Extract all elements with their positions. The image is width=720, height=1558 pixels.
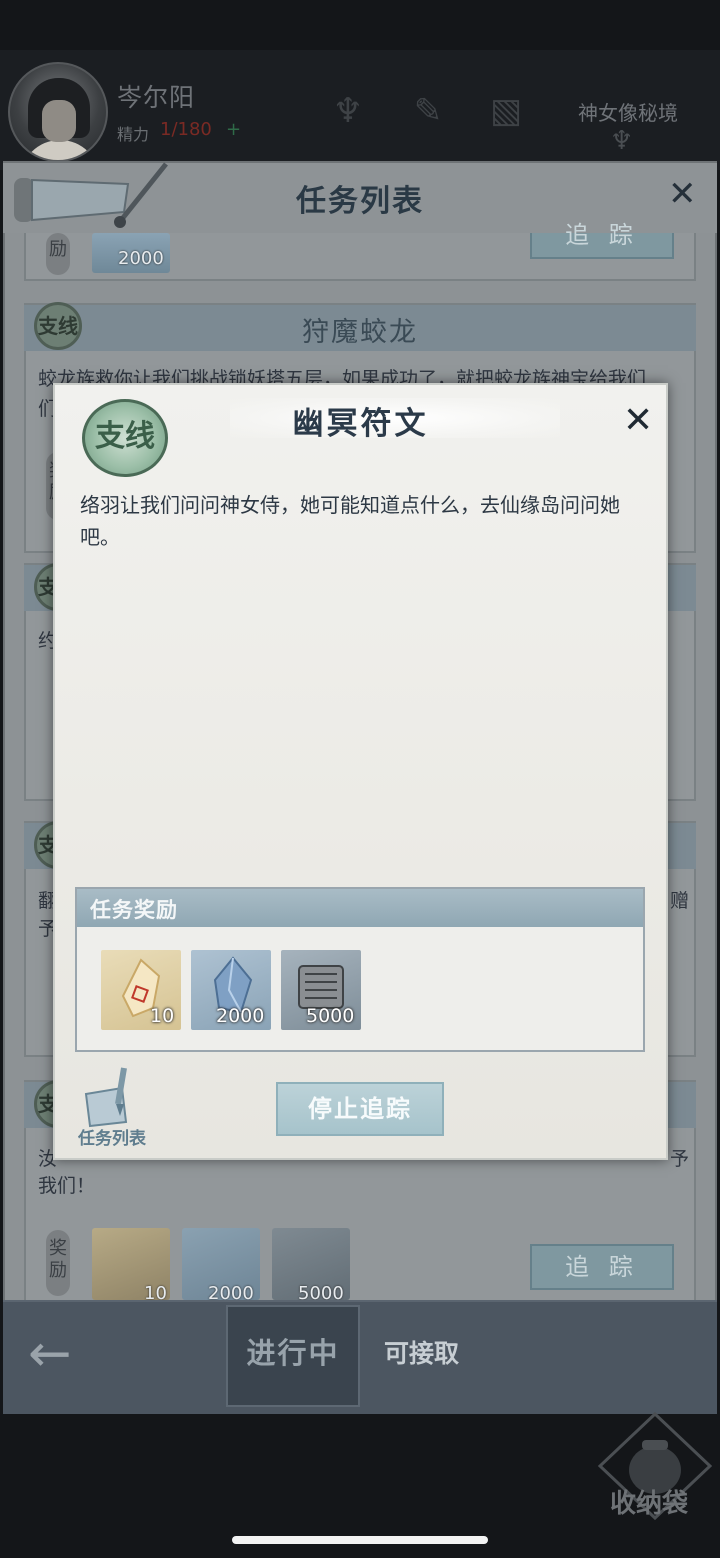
task-list-close-icon[interactable]: ✕	[668, 174, 697, 214]
tab-in-progress-label: 进行中	[246, 1336, 340, 1370]
task-card-title: 狩魔蛟龙	[302, 317, 418, 348]
quest-description: 络羽让我们问问神女侍，她可能知道点什么，去仙缘岛问问她吧。	[80, 493, 620, 549]
reward-panel-title: 任务奖励	[90, 898, 178, 922]
task-card-description-right: 予	[670, 1148, 690, 1170]
bottom-tab-bar	[3, 1300, 717, 1414]
secret-realm-label[interactable]: 神女像秘境	[578, 97, 678, 126]
modal-title: 幽冥符文	[292, 406, 429, 442]
player-name: 岑尔阳	[117, 83, 196, 112]
tab-available[interactable]: 可接取	[384, 1334, 459, 1370]
statue-icon[interactable]: ♆	[322, 82, 374, 140]
task-list-title: 任务列表	[296, 184, 424, 219]
energy-label: 精力	[117, 125, 150, 144]
task-list-button-label: 任务列表	[78, 1129, 146, 1149]
track-button[interactable]: 追 踪	[530, 1244, 674, 1290]
energy-plus-button[interactable]: +	[226, 119, 241, 140]
storage-bag-label: 收纳袋	[610, 1489, 689, 1519]
reward-tag: 励	[46, 233, 70, 275]
brush-task-icon[interactable]: ✎	[402, 82, 454, 140]
reward-count: 2000	[216, 1005, 265, 1027]
back-arrow-icon[interactable]: ←	[28, 1322, 72, 1386]
stop-tracking-button[interactable]: 停止追踪	[276, 1082, 444, 1136]
reward-count: 5000	[306, 1005, 355, 1027]
reward-count: 10	[150, 1005, 175, 1027]
player-avatar[interactable]	[8, 62, 108, 162]
statue-small-icon: ♆	[610, 126, 634, 156]
home-indicator[interactable]	[232, 1536, 488, 1544]
task-card-description-line2: 我们！	[38, 1175, 96, 1197]
reward-tag: 奖励	[46, 1230, 70, 1296]
track-button[interactable]: 追 踪	[530, 223, 674, 259]
modal-close-icon[interactable]: ✕	[623, 400, 653, 441]
task-card-description-right: 赠	[670, 890, 690, 912]
book-icon[interactable]: ▧	[480, 82, 532, 140]
energy-value: 1/180	[160, 119, 212, 140]
reward-count: 2000	[118, 248, 164, 269]
